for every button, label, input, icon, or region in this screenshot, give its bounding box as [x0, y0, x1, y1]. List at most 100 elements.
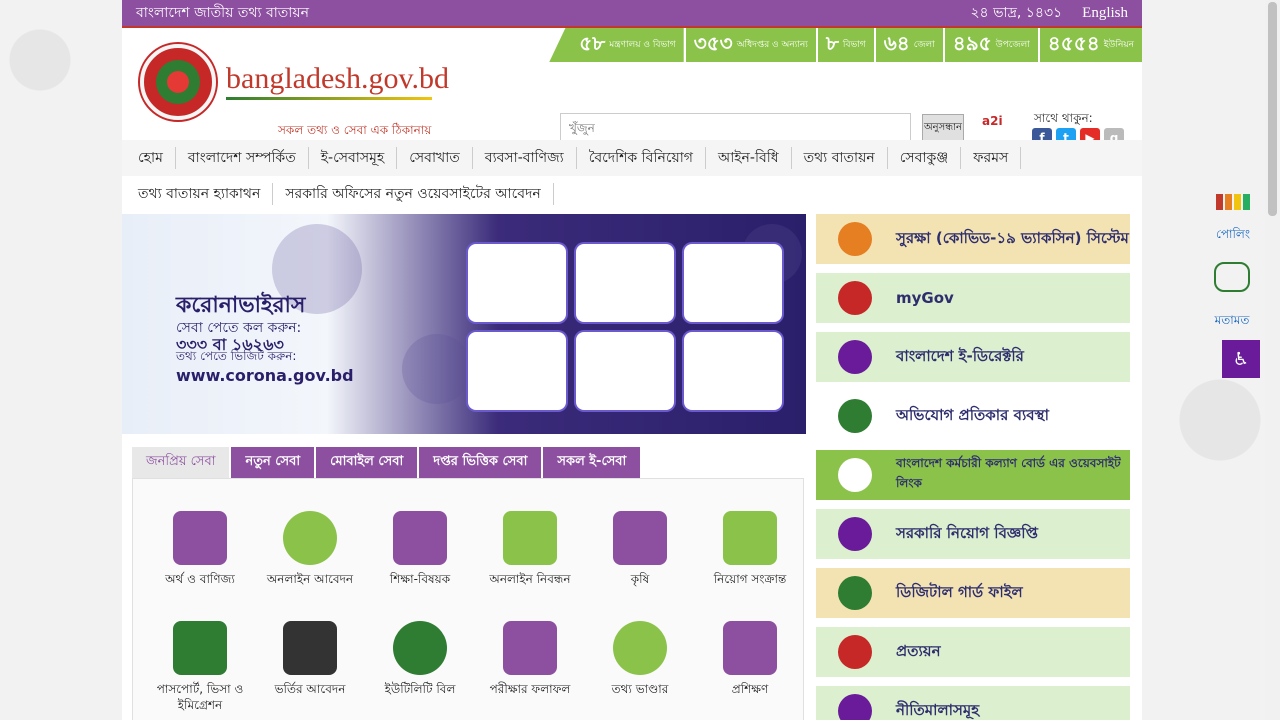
nav-seba-kunja[interactable]: সেবাকুঞ্জ: [888, 147, 962, 169]
service-education[interactable]: শিক্ষা-বিষয়ক: [365, 511, 475, 587]
site-name-text: bangladesh.gov.bd: [226, 62, 450, 95]
tab-all-e-services[interactable]: সকল ই-সেবা: [543, 447, 641, 478]
site-name[interactable]: bangladesh.gov.bd: [226, 62, 449, 100]
search-button[interactable]: অনুসন্ধান: [922, 114, 964, 142]
nav-business[interactable]: ব্যবসা-বাণিজ্য: [473, 147, 577, 169]
service-finance[interactable]: অর্থ ও বাণিজ্য: [145, 511, 255, 587]
sidebar-welfare-board[interactable]: বাংলাদেশ কর্মচারী কল্যাণ বোর্ড এর ওয়েবস…: [816, 450, 1130, 500]
policy-icon: [838, 694, 872, 720]
stat-label: মন্ত্রণালয় ও বিভাগ: [609, 40, 676, 50]
language-switch[interactable]: English: [1082, 5, 1128, 22]
service-utility-bill[interactable]: ইউটিলিটি বিল: [365, 621, 475, 697]
stat-label: উপজেলা: [995, 40, 1030, 50]
covid-banner[interactable]: করোনাভাইরাস সেবা পেতে কল করুন: ৩৩৩ বা ১৬…: [122, 214, 806, 434]
directory-icon: [838, 340, 872, 374]
service-online-apply[interactable]: অনলাইন আবেদন: [255, 511, 365, 587]
service-recruitment[interactable]: নিয়োগ সংক্রান্ত: [695, 511, 805, 587]
poll-label: পোলিং: [1215, 227, 1250, 241]
government-logo[interactable]: [140, 44, 216, 120]
nav-home[interactable]: হোম: [126, 147, 176, 169]
stat-number: ৩৫৩: [693, 30, 733, 55]
banner-panel: [468, 332, 566, 410]
stat-number: ৪৯৫: [952, 30, 992, 55]
page-container: বাংলাদেশ জাতীয় তথ্য বাতায়ন ২৪ ভাদ্র, ১…: [122, 0, 1142, 720]
service-label: অর্থ ও বাণিজ্য: [165, 572, 235, 586]
stat-districts[interactable]: ৬৪ জেলা: [875, 28, 943, 62]
banner-panel: [468, 244, 566, 322]
sidebar-label: myGov: [896, 289, 954, 307]
service-label: অনলাইন নিবন্ধন: [489, 572, 571, 586]
chat-icon: [1214, 262, 1250, 292]
logo-inner: [156, 60, 200, 104]
nav-info-portal[interactable]: তথ্য বাতায়ন: [792, 147, 888, 169]
stat-directorates[interactable]: ৩৫৩ অধিদপ্তর ও অন্যান্য: [685, 28, 816, 62]
nav-about-bangladesh[interactable]: বাংলাদেশ সম্পর্কিত: [176, 147, 309, 169]
page-scrollbar[interactable]: [1265, 0, 1280, 720]
tab-office-services[interactable]: দপ্তর ভিত্তিক সেবা: [419, 447, 542, 478]
stat-unions[interactable]: ৪৫৫৪ ইউনিয়ন: [1039, 28, 1142, 62]
right-sidebar: সুরক্ষা (কোভিড-১৯ ভ্যাকসিন) সিস্টেম myGo…: [816, 214, 1130, 720]
scrollbar-thumb[interactable]: [1268, 2, 1277, 216]
online-apply-icon: [283, 511, 337, 565]
accessibility-icon[interactable]: ♿: [1222, 340, 1260, 378]
opinion-widget[interactable]: মতামত: [1214, 262, 1250, 332]
service-label: অনলাইন আবেদন: [266, 572, 354, 586]
stat-ministries[interactable]: ৫৮ মন্ত্রণালয় ও বিভাগ: [549, 28, 684, 62]
stat-number: ৮: [825, 30, 839, 55]
sidebar-guard-file[interactable]: ডিজিটাল গার্ড ফাইল: [816, 568, 1130, 618]
service-passport[interactable]: পাসপোর্ট, ভিসা ও ইমিগ্রেশন: [145, 621, 255, 713]
service-exam-result[interactable]: পরীক্ষার ফলাফল: [475, 621, 585, 697]
file-icon: [838, 576, 872, 610]
tab-new-services[interactable]: নতুন সেবা: [231, 447, 315, 478]
recruitment-icon: [723, 511, 777, 565]
main-navigation: হোম বাংলাদেশ সম্পর্কিত ই-সেবাসমূহ সেবাখা…: [122, 140, 1142, 212]
stats-bar: ৫৮ মন্ত্রণালয় ও বিভাগ ৩৫৩ অধিদপ্তর ও অন্য…: [547, 28, 1142, 62]
service-tabs: জনপ্রিয় সেবা নতুন সেবা মোবাইল সেবা দপ্ত…: [132, 447, 641, 478]
stat-divisions[interactable]: ৮ বিভাগ: [817, 28, 874, 62]
sidebar-mygov[interactable]: myGov: [816, 273, 1130, 323]
banner-panel: [576, 332, 674, 410]
service-registration[interactable]: অনলাইন নিবন্ধন: [475, 511, 585, 587]
stat-upazilas[interactable]: ৪৯৫ উপজেলা: [944, 28, 1038, 62]
poll-widget[interactable]: পোলিং: [1216, 194, 1250, 246]
training-icon: [723, 621, 777, 675]
sidebar-suraksha[interactable]: সুরক্ষা (কোভিড-১৯ ভ্যাকসিন) সিস্টেম: [816, 214, 1130, 264]
service-label: নিয়োগ সংক্রান্ত: [713, 572, 787, 586]
exam-result-icon: [503, 621, 557, 675]
service-training[interactable]: প্রশিক্ষণ: [695, 621, 805, 697]
certificate-icon: [838, 635, 872, 669]
tab-mobile-services[interactable]: মোবাইল সেবা: [316, 447, 418, 478]
service-agriculture[interactable]: কৃষি: [585, 511, 695, 587]
poll-bar: [1233, 194, 1241, 210]
sidebar-job-circular[interactable]: সরকারি নিয়োগ বিজ্ঞপ্তি: [816, 509, 1130, 559]
sidebar-label: অভিযোগ প্রতিকার ব্যবস্থা: [896, 405, 1049, 424]
service-label: প্রশিক্ষণ: [731, 682, 769, 696]
nav-foreign-investment[interactable]: বৈদেশিক বিনিয়োগ: [577, 147, 706, 169]
search-input[interactable]: [560, 113, 911, 143]
nav-laws[interactable]: আইন-বিধি: [706, 147, 792, 169]
nav-hackathon[interactable]: তথ্য বাতায়ন হ্যাকাথন: [126, 183, 274, 205]
sidebar-certificate[interactable]: প্রত্যয়ন: [816, 627, 1130, 677]
stat-number: ৪৫৫৪: [1047, 30, 1100, 55]
mygov-icon: [838, 281, 872, 315]
services-grid: অর্থ ও বাণিজ্য অনলাইন আবেদন শিক্ষা-বিষয়…: [132, 478, 804, 720]
sidebar-label: সুরক্ষা (কোভিড-১৯ ভ্যাকসিন) সিস্টেম: [896, 228, 1129, 247]
nav-e-services[interactable]: ই-সেবাসমূহ: [309, 147, 398, 169]
sidebar-grs[interactable]: অভিযোগ প্রতিকার ব্যবস্থা: [816, 391, 1130, 441]
a2i-label: a2i: [982, 114, 1003, 128]
sidebar-e-directory[interactable]: বাংলাদেশ ই-ডিরেক্টরি: [816, 332, 1130, 382]
sidebar-policies[interactable]: নীতিমালাসমূহ: [816, 686, 1130, 720]
tab-popular-services[interactable]: জনপ্রিয় সেবা: [132, 447, 230, 478]
nav-row-secondary: তথ্য বাতায়ন হ্যাকাথন সরকারি অফিসের নতুন…: [122, 176, 1142, 212]
sidebar-label: ডিজিটাল গার্ড ফাইল: [896, 582, 1023, 601]
portal-title: বাংলাদেশ জাতীয় তথ্য বাতায়ন: [136, 5, 309, 21]
nav-new-website-application[interactable]: সরকারি অফিসের নতুন ওয়েবসাইটের আবেদন: [273, 183, 554, 205]
opinion-label: মতামত: [1214, 313, 1250, 327]
nav-forms[interactable]: ফরমস: [961, 147, 1022, 169]
banner-panels: [468, 244, 782, 410]
tagline: সকল তথ্য ও সেবা এক ঠিকানায়: [278, 123, 432, 137]
nav-service-sectors[interactable]: সেবাখাত: [397, 147, 473, 169]
service-info[interactable]: তথ্য ভাণ্ডার: [585, 621, 695, 697]
service-admission[interactable]: ভর্তির আবেদন: [255, 621, 365, 697]
job-search-icon: [838, 517, 872, 551]
